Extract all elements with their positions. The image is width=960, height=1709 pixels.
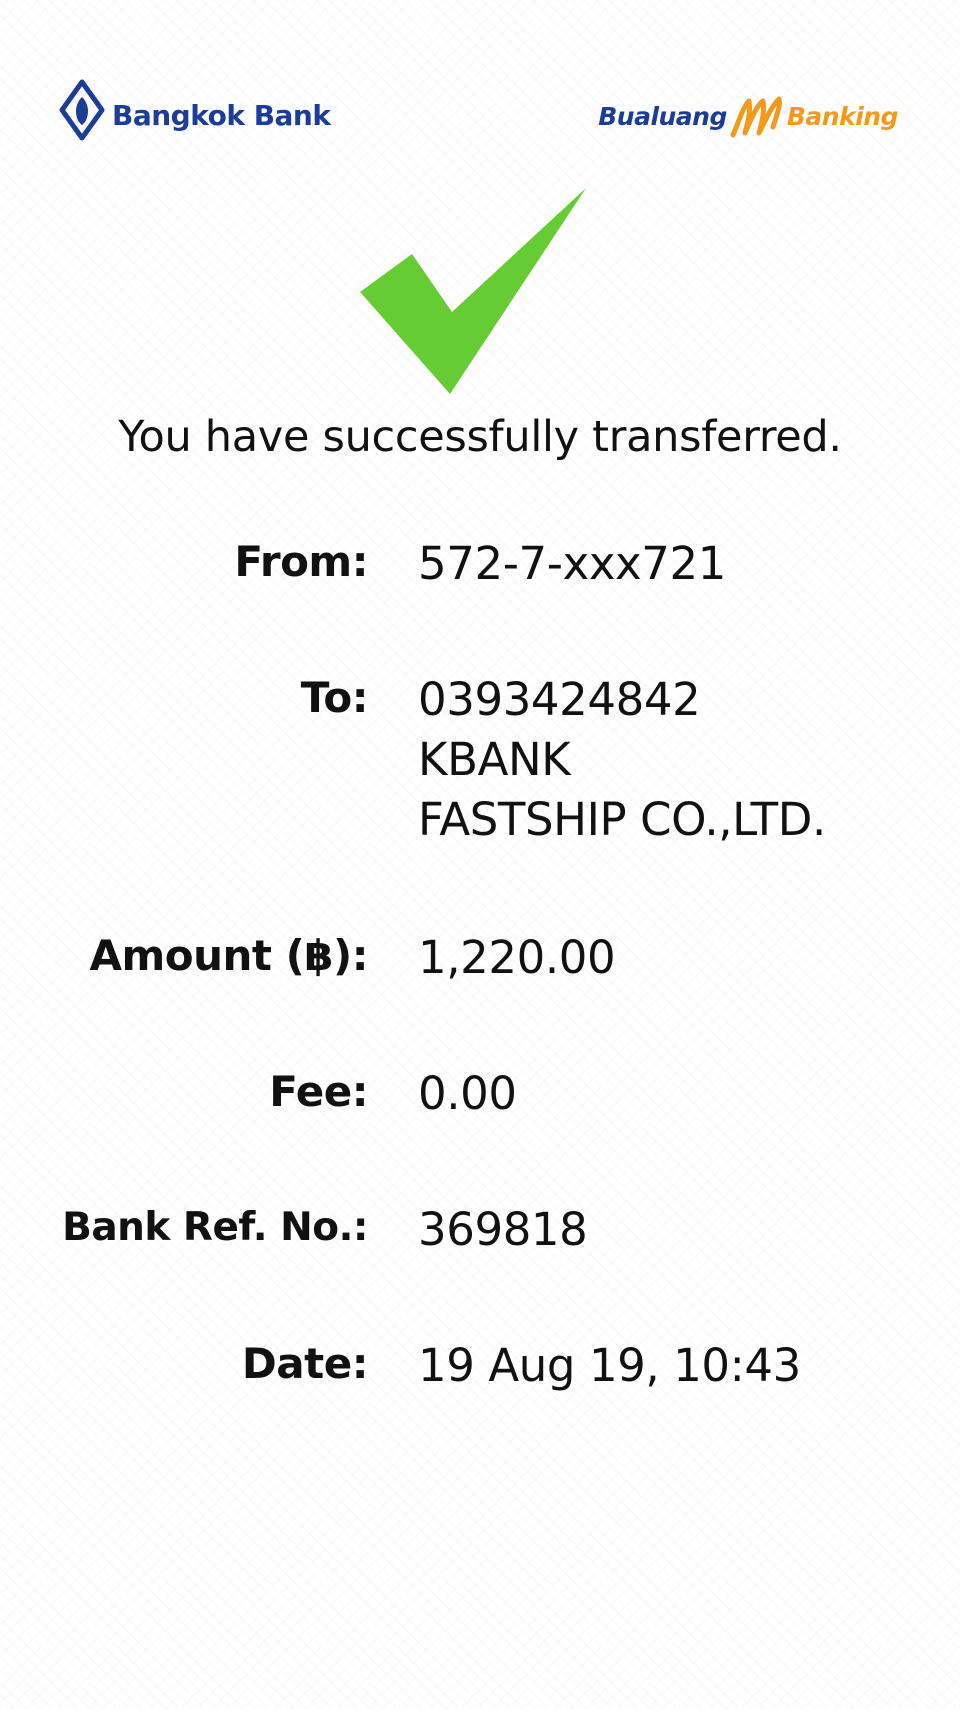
amount-label: Amount (฿): xyxy=(89,931,368,980)
transfer-slip: Bangkok Bank Bualuang Banking You have s… xyxy=(0,0,960,1709)
success-message: You have successfully transferred. xyxy=(118,412,842,462)
from-account: 572-7-xxx721 xyxy=(418,537,726,590)
from-label: From: xyxy=(234,537,368,586)
date-label: Date: xyxy=(241,1339,369,1388)
check-icon xyxy=(360,188,586,394)
bualuang-mbanking-logo: Bualuang Banking xyxy=(598,92,899,140)
bank-ref-label: Bank Ref. No.: xyxy=(62,1205,368,1250)
to-account-number: 0393424842 xyxy=(418,673,701,726)
bank-ref-value: 369818 xyxy=(418,1203,588,1256)
fee-label: Fee: xyxy=(269,1067,368,1116)
to-bank-name: KBANK xyxy=(418,733,571,786)
m-script-icon xyxy=(730,96,782,138)
bualuang-wordmark: Bualuang xyxy=(598,101,727,131)
to-recipient: 0393424842 KBANK FASTSHIP CO.,LTD. xyxy=(418,670,826,850)
bangkok-bank-logo: Bangkok Bank xyxy=(58,78,331,142)
lotus-icon xyxy=(59,79,105,141)
to-account-name: FASTSHIP CO.,LTD. xyxy=(418,793,826,846)
banking-wordmark: Banking xyxy=(786,101,899,131)
amount-value: 1,220.00 xyxy=(418,931,616,984)
date-value: 19 Aug 19, 10:43 xyxy=(418,1339,801,1392)
bangkok-bank-wordmark: Bangkok Bank xyxy=(112,98,331,132)
to-label: To: xyxy=(300,673,369,722)
fee-value: 0.00 xyxy=(418,1067,517,1120)
